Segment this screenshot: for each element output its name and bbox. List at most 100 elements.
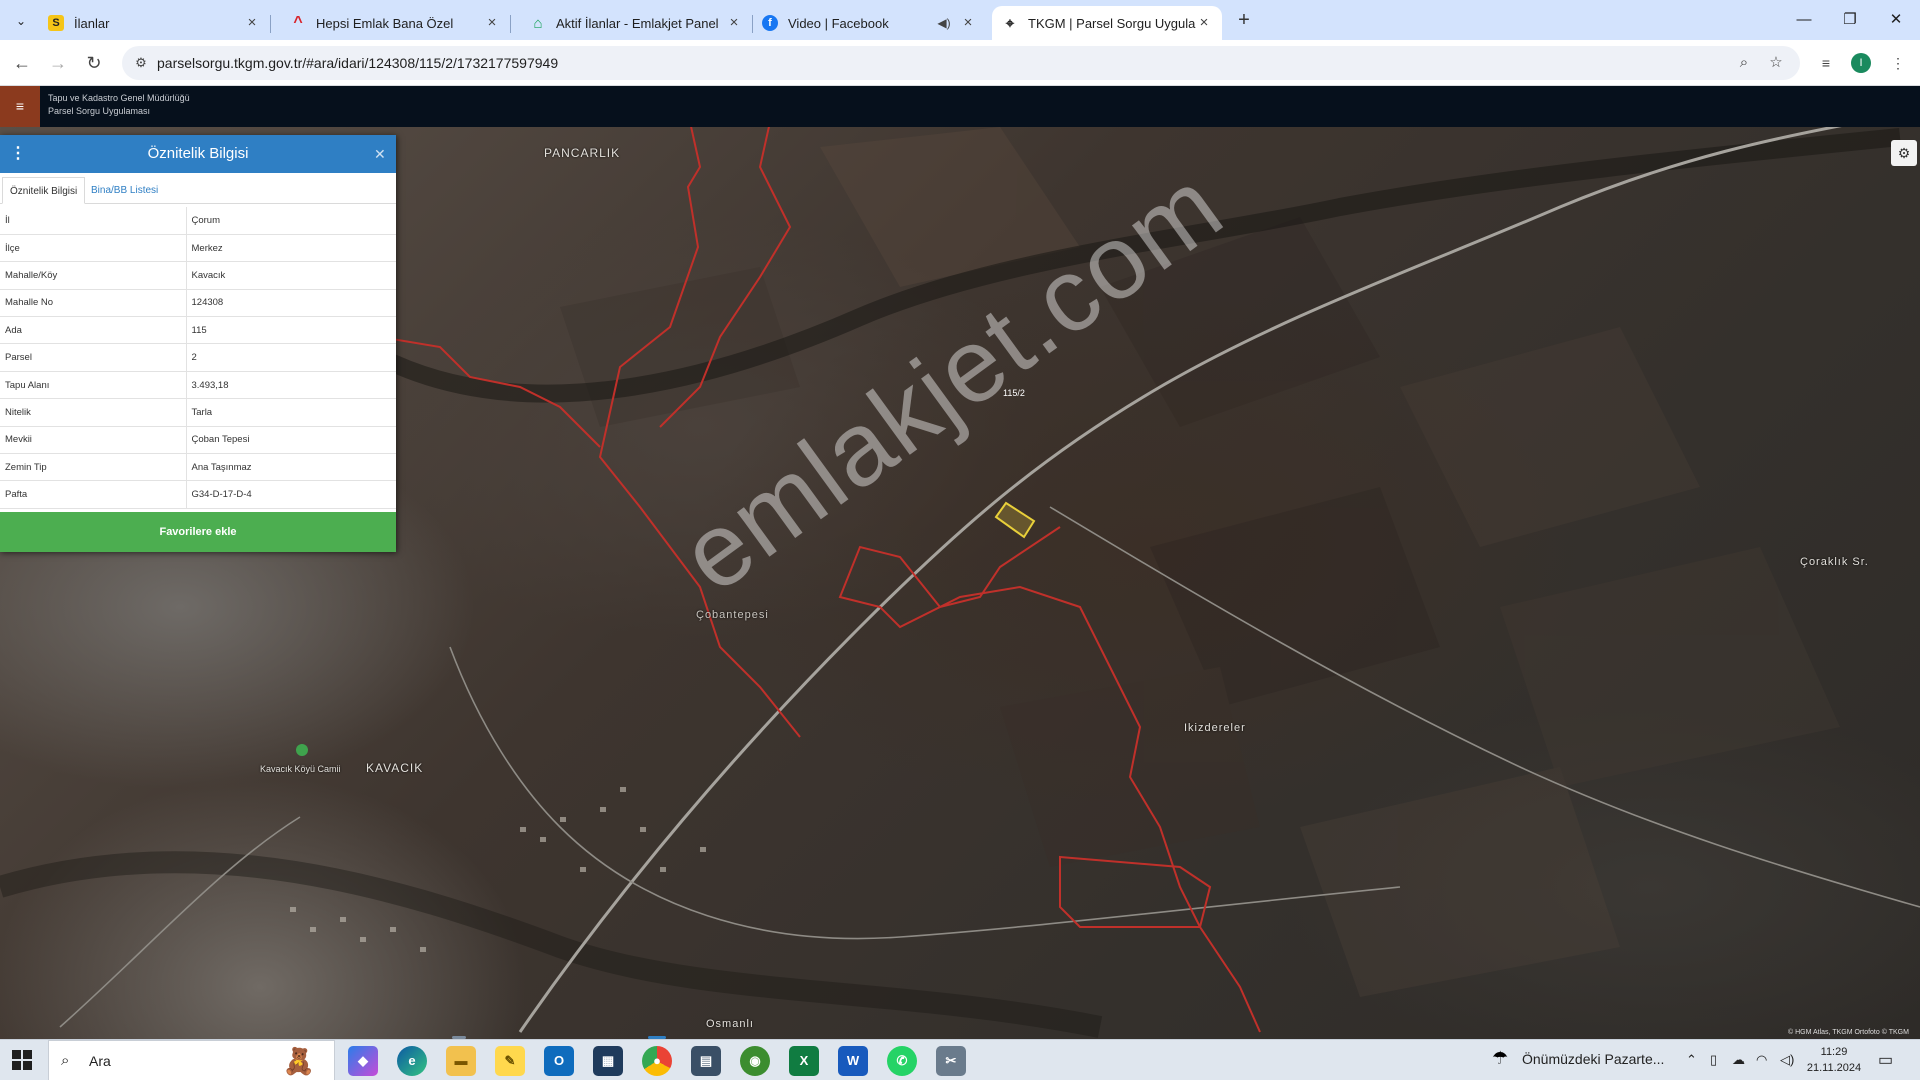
table-row: Nitelik Tarla — [0, 398, 396, 427]
browser-tab-hepsiemlak[interactable]: ^ Hepsi Emlak Bana Özel × — [280, 6, 511, 40]
hamburger-menu-icon[interactable]: ≡ — [0, 86, 40, 127]
wifi-icon[interactable]: ◠ — [1756, 1052, 1767, 1068]
outlook-app-icon[interactable]: O — [544, 1046, 574, 1076]
chrome-menu-icon[interactable]: ⋮ — [1887, 52, 1909, 74]
selected-parcel[interactable] — [994, 501, 1036, 539]
whatsapp-app-icon[interactable]: ✆ — [887, 1046, 917, 1076]
tab-search-icon[interactable]: ⌄ — [8, 8, 34, 34]
copilot-app-icon[interactable]: ◆ — [348, 1046, 378, 1076]
volume-icon[interactable]: ◁) — [1780, 1052, 1794, 1068]
panel-tabs: Öznitelik Bilgisi Bina/BB Listesi — [0, 173, 396, 204]
browser-toolbar: ← → ↻ ⚙ parselsorgu.tkgm.gov.tr/#ara/ida… — [0, 40, 1920, 86]
tab-close-icon[interactable]: × — [960, 15, 976, 31]
attr-value: 115 — [186, 316, 396, 345]
boundary-line — [1059, 855, 1212, 928]
excel-app-icon[interactable]: X — [789, 1046, 819, 1076]
profile-avatar[interactable]: I — [1851, 53, 1871, 73]
notification-icon[interactable]: ▭ — [1878, 1050, 1893, 1070]
taskbar-clock[interactable]: 11:29 21.11.2024 — [1806, 1044, 1862, 1076]
browser-tab-tkgm[interactable]: ⌖ TKGM | Parsel Sorgu Uygulaması × — [992, 6, 1222, 40]
tab-oznitelik-bilgisi[interactable]: Öznitelik Bilgisi — [2, 177, 86, 204]
onedrive-icon[interactable]: ☁ — [1732, 1052, 1745, 1068]
attr-value: Merkez — [186, 234, 396, 263]
store-app-icon[interactable]: ▦ — [593, 1046, 623, 1076]
attr-value: 3.493,18 — [186, 371, 396, 400]
new-tab-button[interactable]: + — [1232, 9, 1256, 33]
browser-tab-emlakjet-panel[interactable]: ⌂ Aktif İlanlar - Emlakjet Panel × — [520, 6, 753, 40]
site-info-icon[interactable]: ⚙ — [132, 54, 150, 72]
minimize-icon[interactable]: — — [1784, 8, 1824, 32]
taskbar-search-box[interactable]: ⌕ Ara 🧸 — [48, 1040, 335, 1080]
attr-key: Mevkii — [0, 426, 187, 455]
table-row: Mahalle/Köy Kavacık — [0, 261, 396, 290]
bookmark-star-icon[interactable]: ☆ — [1766, 53, 1786, 73]
attr-key: Parsel — [0, 343, 187, 372]
add-to-favorites-button[interactable]: Favorilere ekle — [0, 512, 396, 552]
attribute-table: İl Çorum İlçe Merkez Mahalle/Köy Kavacık Ma… — [0, 207, 396, 509]
weather-icon[interactable]: ☂ — [1492, 1048, 1508, 1069]
address-bar[interactable]: ⚙ parselsorgu.tkgm.gov.tr/#ara/idari/124… — [122, 46, 1800, 80]
panel-close-icon[interactable]: ✕ — [374, 146, 386, 163]
secondary-road — [59, 816, 301, 1028]
attr-key: İlçe — [0, 234, 187, 263]
attr-value: Çoban Tepesi — [186, 426, 396, 455]
attr-value: Tarla — [186, 398, 396, 427]
map-settings-gear-icon[interactable]: ⚙ — [1891, 140, 1917, 166]
media-control-icon[interactable]: ≡ — [1815, 52, 1837, 74]
windows-taskbar: ⌕ Ara 🧸 ◆ e ▬ ✎ O ▦ ● ▤ ◉ X W ✆ ✂ ☂ Önüm… — [0, 1039, 1920, 1080]
search-highlight-bear-icon: 🧸 — [282, 1046, 316, 1076]
tab-title: Aktif İlanlar - Emlakjet Panel — [556, 15, 719, 31]
calculator-app-icon[interactable]: ▤ — [691, 1046, 721, 1076]
word-app-icon[interactable]: W — [838, 1046, 868, 1076]
attribute-panel: ⋮ Öznitelik Bilgisi ✕ Öznitelik Bilgisi … — [0, 135, 396, 552]
weather-text[interactable]: Önümüzdeki Pazarte... — [1522, 1051, 1664, 1067]
attr-key: Mahalle No — [0, 289, 187, 318]
restore-icon[interactable]: ❐ — [1830, 8, 1870, 32]
emlakjet-favicon-icon: ⌂ — [533, 14, 543, 32]
window-close-icon[interactable]: ✕ — [1876, 8, 1916, 32]
attr-key: İl — [0, 207, 187, 235]
attr-value: 124308 — [186, 289, 396, 318]
app-organization: Tapu ve Kadastro Genel Müdürlüğü Parsel … — [48, 92, 190, 118]
earth-app-icon[interactable]: ◉ — [740, 1046, 770, 1076]
edge-app-icon[interactable]: e — [397, 1046, 427, 1076]
tab-bina-listesi[interactable]: Bina/BB Listesi — [84, 177, 165, 204]
browser-tab-strip: ⌄ S İlanlar × ^ Hepsi Emlak Bana Özel × … — [0, 0, 1920, 40]
map-label-coraklik: Çoraklık Sr. — [1800, 556, 1869, 568]
map-label-kavacik: KAVACIK — [366, 761, 424, 775]
tray-device-icon[interactable]: ▯ — [1710, 1052, 1717, 1068]
snipping-tool-app-icon[interactable]: ✂ — [936, 1046, 966, 1076]
tab-close-icon[interactable]: × — [484, 15, 500, 31]
tab-title: TKGM | Parsel Sorgu Uygulaması — [1028, 15, 1196, 31]
back-arrow-icon[interactable]: ← — [8, 49, 36, 77]
map-pin-favicon-icon: ⌖ — [1005, 14, 1015, 32]
attr-value: Kavacık — [186, 261, 396, 290]
tab-close-icon[interactable]: × — [726, 15, 742, 31]
table-row: İl Çorum — [0, 207, 396, 235]
table-row: Parsel 2 — [0, 343, 396, 372]
mosque-marker-icon[interactable] — [296, 744, 308, 756]
sticky-notes-app-icon[interactable]: ✎ — [495, 1046, 525, 1076]
windows-start-icon[interactable] — [12, 1050, 32, 1070]
map-label-pancarlik: PANCARLIK — [544, 146, 621, 160]
tab-close-icon[interactable]: × — [244, 15, 260, 31]
url-text[interactable]: parselsorgu.tkgm.gov.tr/#ara/idari/12430… — [157, 55, 558, 71]
table-row: İlçe Merkez — [0, 234, 396, 263]
chrome-app-icon[interactable]: ● — [642, 1046, 672, 1076]
table-row: Pafta G34-D-17-D-4 — [0, 480, 396, 509]
reload-icon[interactable]: ↻ — [80, 49, 108, 77]
clock-date: 21.11.2024 — [1806, 1062, 1862, 1074]
tab-close-icon[interactable]: × — [1196, 15, 1212, 31]
tab-separator — [510, 15, 511, 33]
file-explorer-app-icon[interactable]: ▬ — [446, 1046, 476, 1076]
hepsiemlak-favicon-icon: ^ — [293, 14, 303, 31]
browser-tab-facebook[interactable]: f Video | Facebook ◀) × — [752, 6, 986, 40]
table-row: Mahalle No 124308 — [0, 289, 396, 318]
facebook-favicon-icon: f — [762, 15, 778, 31]
zoom-icon[interactable]: ⌕ — [1734, 53, 1754, 73]
forward-arrow-icon[interactable]: → — [44, 49, 72, 77]
panel-title: Öznitelik Bilgisi — [147, 145, 249, 162]
speaker-icon[interactable]: ◀) — [936, 15, 952, 31]
browser-tab-ilanlar[interactable]: S İlanlar × — [38, 6, 271, 40]
tray-chevron-icon[interactable]: ⌃ — [1686, 1052, 1697, 1068]
